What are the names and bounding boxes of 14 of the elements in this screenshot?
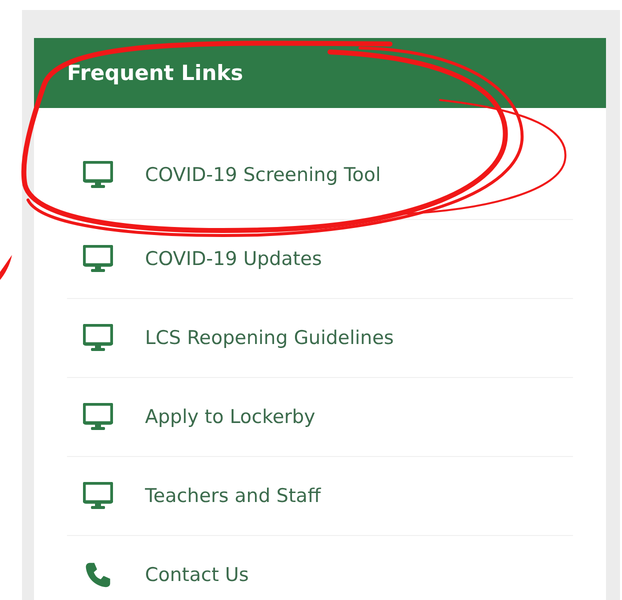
quick-link[interactable]: Teachers and Staff <box>145 485 321 507</box>
monitor-icon <box>83 482 113 510</box>
monitor-icon <box>83 160 113 188</box>
quick-link[interactable]: COVID-19 Updates <box>145 248 322 270</box>
phone-icon <box>83 561 113 589</box>
quick-link[interactable]: LCS Reopening Guidelines <box>145 327 394 349</box>
quick-link[interactable]: Apply to Lockerby <box>145 406 316 428</box>
pen-stroke-mark <box>0 255 12 280</box>
quick-link[interactable]: Contact Us <box>145 564 249 586</box>
monitor-icon <box>83 403 113 431</box>
panel-title: Frequent Links <box>67 61 244 85</box>
monitor-icon <box>83 245 113 273</box>
quick-link[interactable]: COVID-19 Screening Tool <box>145 164 381 186</box>
monitor-icon <box>83 324 113 352</box>
